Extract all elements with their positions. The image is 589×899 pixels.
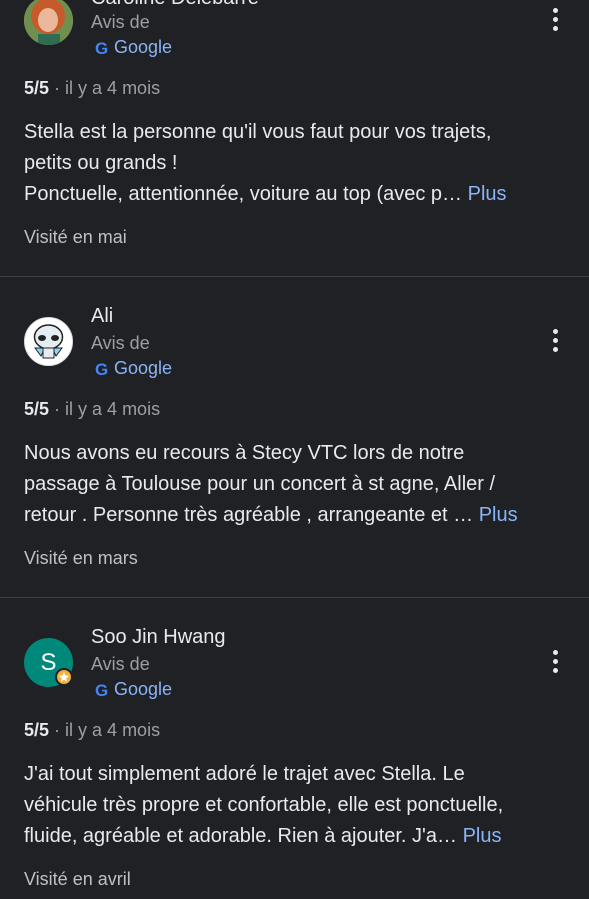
review-text-line: Stella est la personne qu'il vous faut p… [24,121,492,143]
review-card: Ali Avis de G Google 5/5 · il y a 4 mois… [0,277,589,597]
review-source-label: Avis de [91,654,150,674]
review-text-line: Ponctuelle, attentionnée, voiture au top… [24,183,507,205]
rating: 5/5 · il y a 4 mois [24,720,160,741]
rating-score: 5/5 [24,399,50,419]
review-text-line: fluide, agréable et adorable. Rien à ajo… [24,825,502,847]
review-text: Stella est la personne qu'il vous faut p… [24,117,564,210]
rating-score: 5/5 [24,720,50,740]
svg-text:G: G [95,681,108,699]
svg-text:G: G [95,360,108,378]
review-source-name: Google [114,358,173,378]
review-source[interactable]: G Google [95,679,172,700]
more-link[interactable]: Plus [468,183,507,205]
profile-photo-icon [24,0,73,45]
review-time: · il y a 4 mois [54,78,161,98]
review-card: Caroline Delebarre Avis de G Google 5/5 … [0,0,589,276]
review-text-line: petits ou grands ! [24,152,178,174]
alien-avatar-icon [25,318,72,365]
google-icon: G [95,39,110,58]
more-link[interactable]: Plus [479,504,518,526]
more-link[interactable]: Plus [463,825,502,847]
review-time: · il y a 4 mois [54,720,161,740]
avatar[interactable] [24,0,73,45]
review-source[interactable]: G Google [95,358,172,379]
visit-date: Visité en mars [24,548,138,568]
rating: 5/5 · il y a 4 mois [24,78,160,99]
review-text-line: véhicule très propre et confortable, ell… [24,794,504,816]
review-source-label: Avis de [91,333,150,353]
review-text-line: J'ai tout simplement adoré le trajet ave… [24,763,465,785]
review-source[interactable]: G Google [95,37,172,58]
review-time: · il y a 4 mois [54,399,161,419]
visit-date: Visité en avril [24,869,131,889]
more-options-icon[interactable] [545,6,565,34]
reviewer-name[interactable]: Ali [91,305,113,328]
review-source-name: Google [114,679,173,699]
svg-text:G: G [95,39,108,57]
rating: 5/5 · il y a 4 mois [24,399,160,420]
review-text: Nous avons eu recours à Stecy VTC lors d… [24,438,564,531]
rating-score: 5/5 [24,78,50,98]
review-source-name: Google [114,37,173,57]
google-icon: G [95,681,110,700]
review-text: J'ai tout simplement adoré le trajet ave… [24,759,564,852]
reviewer-name[interactable]: Soo Jin Hwang [91,626,226,649]
review-text-line: passage à Toulouse pour un concert à st … [24,473,496,495]
more-options-icon[interactable] [545,327,565,355]
reviewer-name[interactable]: Caroline Delebarre [91,0,259,10]
local-guide-badge-icon [55,668,73,686]
review-text-line: Nous avons eu recours à Stecy VTC lors d… [24,442,465,464]
more-options-icon[interactable] [545,648,565,676]
review-source-label: Avis de [91,12,150,32]
google-icon: G [95,360,110,379]
visit-date: Visité en mai [24,227,127,247]
review-text-line: retour . Personne très agréable , arrang… [24,504,518,526]
avatar[interactable] [24,317,73,366]
review-card: S Soo Jin Hwang Avis de G Google 5/5 · i… [0,598,589,899]
